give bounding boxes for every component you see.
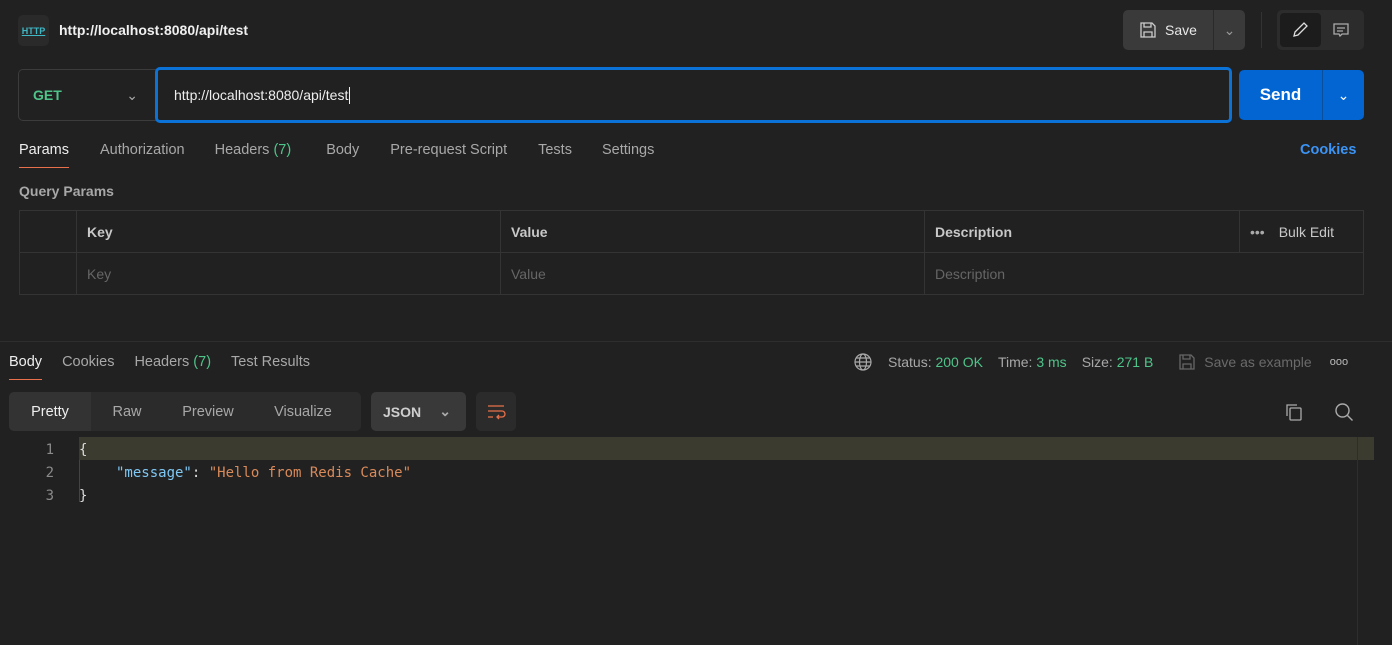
tab-headers[interactable]: Headers (7) (215, 142, 292, 168)
editor-scrollbar[interactable] (1357, 437, 1375, 645)
response-tabs: Body Cookies Headers (7) Test Results (9, 354, 310, 380)
send-button[interactable]: Send (1239, 70, 1323, 120)
tab-authorization[interactable]: Authorization (100, 142, 185, 168)
tab-body[interactable]: Body (326, 142, 359, 168)
pencil-icon (1293, 22, 1309, 37)
headers-count: (7) (193, 354, 212, 370)
chevron-down-icon: ⌄ (126, 86, 138, 103)
size-label: Size: (1081, 354, 1113, 370)
save-label: Save (1165, 22, 1197, 38)
edit-button[interactable] (1280, 13, 1321, 47)
url-input[interactable]: http://localhost:8080/api/test (155, 67, 1232, 123)
line-number: 2 (45, 465, 54, 481)
tab-label: Headers (214, 142, 270, 158)
language-value: JSON (383, 403, 422, 420)
json-colon: : (191, 465, 209, 481)
status-label: Status: (888, 354, 932, 370)
code-line: } (79, 488, 88, 504)
time-value[interactable]: 3 ms (1036, 354, 1066, 370)
line-number: 3 (45, 488, 54, 504)
time-label: Time: (997, 354, 1033, 370)
tab-params[interactable]: Params (19, 142, 69, 168)
method-value: GET (33, 87, 62, 103)
search-icon[interactable] (1334, 402, 1354, 422)
json-value: "Hello from Redis Cache" (208, 465, 412, 481)
save-icon (1179, 354, 1195, 370)
save-button-group: Save ⌄ (1123, 10, 1245, 50)
tab-settings[interactable]: Settings (602, 142, 654, 168)
pane-divider[interactable] (0, 341, 1392, 342)
more-icon[interactable]: ooo (1330, 356, 1348, 368)
divider (1261, 12, 1262, 48)
chevron-down-icon: ⌄ (1223, 21, 1236, 38)
code-line: "message": "Hello from Redis Cache" (116, 462, 411, 485)
tab-test-results[interactable]: Test Results (231, 354, 310, 380)
save-dropdown-button[interactable]: ⌄ (1214, 10, 1245, 50)
tab-label: Headers (134, 354, 190, 370)
tab-tests[interactable]: Tests (538, 142, 572, 168)
response-body-editor[interactable]: 1{ 2 "message": "Hello from Redis Cache" … (0, 439, 411, 508)
query-params-table: Key Value Description ••• Bulk Edit Key V… (19, 210, 1364, 295)
line-number: 1 (45, 442, 54, 458)
bulk-edit-button[interactable]: Bulk Edit (1279, 224, 1334, 240)
bulk-edit-cell: ••• Bulk Edit (1239, 210, 1364, 253)
code-line: { (79, 442, 88, 458)
column-description: Description (924, 210, 1240, 253)
wrap-icon (488, 404, 506, 419)
format-visualize[interactable]: Visualize (253, 392, 353, 431)
cookies-link[interactable]: Cookies (1300, 142, 1356, 158)
row-checkbox (19, 252, 77, 295)
description-input[interactable]: Description (924, 252, 1364, 295)
column-key: Key (76, 210, 501, 253)
tab-response-body[interactable]: Body (9, 354, 43, 380)
chevron-down-icon: ⌄ (1337, 86, 1350, 103)
request-tabs: Params Authorization Headers (7) Body Pr… (19, 142, 654, 168)
table-header-row: Key Value Description ••• Bulk Edit (19, 210, 1364, 253)
language-select[interactable]: JSON ⌄ (371, 392, 466, 431)
checkbox-column (19, 210, 77, 253)
save-icon (1140, 22, 1156, 38)
globe-icon[interactable] (853, 352, 873, 372)
http-request-icon: HTTP (18, 15, 49, 46)
size-value[interactable]: 271 B (1117, 354, 1154, 370)
url-value: http://localhost:8080/api/test (174, 87, 349, 103)
format-pretty[interactable]: Pretty (9, 392, 91, 431)
column-value: Value (500, 210, 925, 253)
value-input[interactable]: Value (500, 252, 925, 295)
json-key: "message" (116, 465, 192, 481)
save-button[interactable]: Save (1123, 10, 1214, 50)
comment-icon (1333, 23, 1349, 38)
request-title[interactable]: http://localhost:8080/api/test (59, 22, 248, 38)
key-input[interactable]: Key (76, 252, 501, 295)
response-meta: Status: 200 OK Time: 3 ms Size: 271 B Sa… (853, 352, 1348, 372)
tab-response-cookies[interactable]: Cookies (62, 354, 114, 380)
query-params-heading: Query Params (19, 183, 114, 199)
format-raw[interactable]: Raw (91, 392, 163, 431)
format-tabs: Pretty Raw Preview Visualize (9, 392, 361, 431)
comments-button[interactable] (1321, 13, 1362, 47)
send-button-group: Send ⌄ (1239, 70, 1364, 120)
view-toggle (1277, 10, 1364, 50)
chevron-down-icon: ⌄ (439, 403, 451, 419)
status-value[interactable]: 200 OK (935, 354, 982, 370)
more-icon[interactable]: ••• (1250, 224, 1265, 240)
tab-response-headers[interactable]: Headers (7) (134, 354, 211, 380)
method-select[interactable]: GET ⌄ (18, 69, 158, 121)
wrap-lines-button[interactable] (476, 392, 516, 431)
format-preview[interactable]: Preview (163, 392, 253, 431)
table-row: Key Value Description (19, 252, 1364, 295)
tab-pre-request-script[interactable]: Pre-request Script (390, 142, 507, 168)
headers-count: (7) (273, 142, 292, 158)
copy-icon[interactable] (1284, 402, 1304, 422)
send-dropdown-button[interactable]: ⌄ (1323, 70, 1364, 120)
save-as-example-button[interactable]: Save as example (1204, 354, 1311, 370)
